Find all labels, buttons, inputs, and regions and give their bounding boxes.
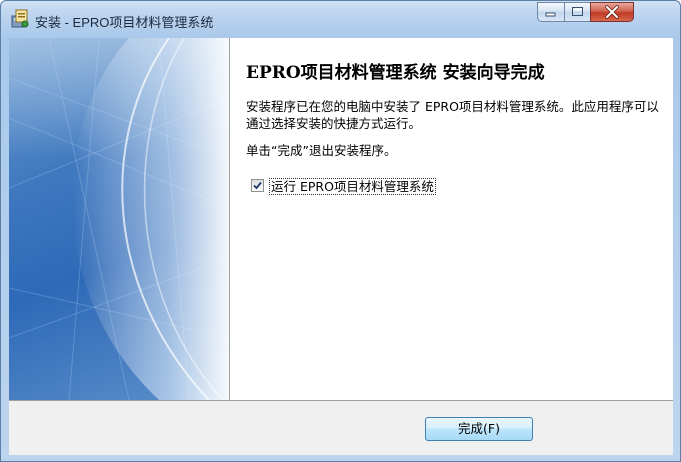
exit-instruction: 单击“完成”退出安装程序。 — [246, 143, 397, 158]
title-bar[interactable]: 安装 - EPRO项目材料管理系统 — [1, 1, 680, 37]
minimize-button[interactable] — [537, 2, 564, 22]
window-title: 安装 - EPRO项目材料管理系统 — [35, 15, 214, 30]
maximize-button[interactable] — [564, 2, 590, 22]
button-area: 完成(F) — [9, 401, 673, 455]
maximize-icon — [572, 7, 583, 16]
run-app-checkbox[interactable] — [251, 179, 264, 192]
wizard-side-image — [9, 38, 229, 400]
close-icon — [605, 5, 619, 19]
side-panel-divider — [229, 38, 230, 400]
minimize-icon — [545, 12, 556, 17]
install-complete-message: 安装程序已在您的电脑中安装了 EPRO项目材料管理系统。此应用程序可以通过选择安… — [246, 99, 659, 131]
wizard-client-area: EPRO项目材料管理系统 安装向导完成 安装程序已在您的电脑中安装了 EPRO项… — [9, 38, 673, 455]
finish-button[interactable]: 完成(F) — [425, 417, 533, 441]
installer-app-icon — [10, 9, 30, 29]
close-button[interactable] — [590, 2, 634, 22]
wizard-heading: EPRO项目材料管理系统 安装向导完成 — [246, 63, 545, 83]
installer-window: 安装 - EPRO项目材料管理系统 EPRO项目材料管理系统 安装向导完成 安装… — [0, 0, 681, 462]
checkmark-icon — [253, 181, 262, 190]
run-app-checkbox-label[interactable]: 运行 EPRO项目材料管理系统 — [269, 178, 436, 195]
